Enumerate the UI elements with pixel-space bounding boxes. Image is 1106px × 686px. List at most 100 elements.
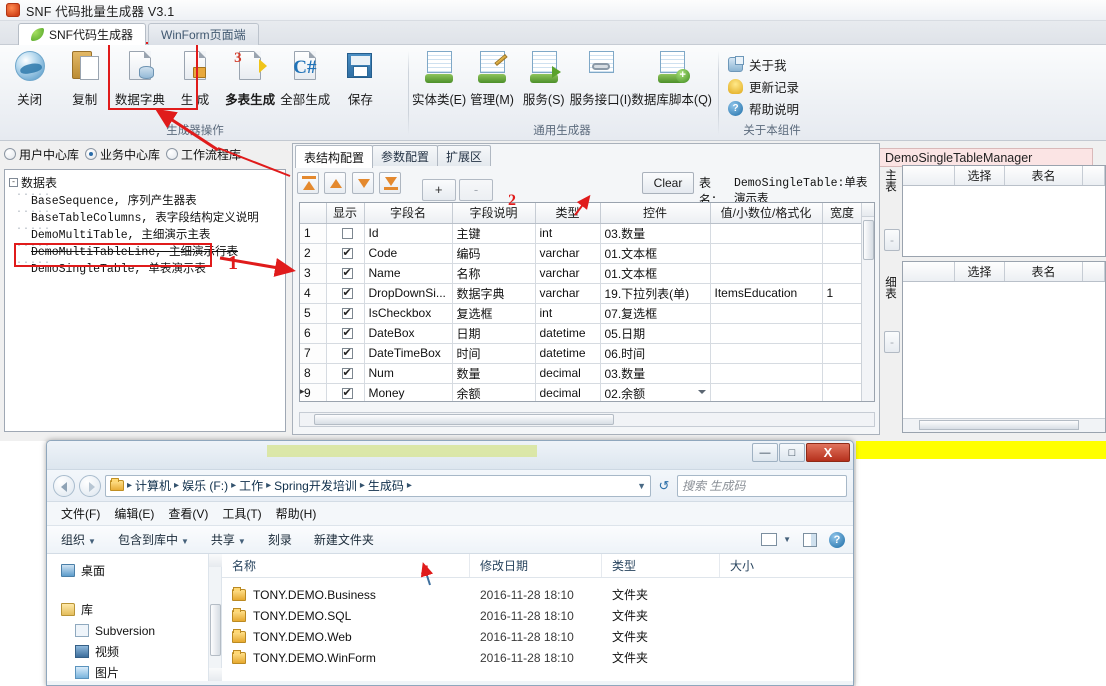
cell-field-desc[interactable]: 名称 (452, 263, 536, 284)
cell-rownum[interactable]: 3 (300, 263, 327, 284)
nav-item-pictures[interactable]: 图片 (61, 662, 221, 683)
command-share[interactable]: 共享 ▼ (211, 531, 246, 548)
command-new-folder[interactable]: 新建文件夹 (314, 531, 374, 548)
cell-control[interactable]: 03.数量 (600, 223, 711, 244)
cell-value[interactable] (710, 343, 823, 364)
breadcrumb-item[interactable]: 生成码 (368, 477, 404, 494)
cell-type[interactable]: varchar (535, 243, 601, 264)
menu-tools[interactable]: 工具(T) (222, 505, 261, 522)
breadcrumb-bar[interactable]: ▸ 计算机 ▸ 娱乐 (F:) ▸ 工作 ▸ Spring开发培训 ▸ 生成码 … (105, 474, 651, 497)
tree-item[interactable]: DemoMultiTableLine, 主细演示行表 (9, 241, 285, 259)
grid-col-control[interactable]: 控件 (600, 203, 711, 224)
maximize-button[interactable]: □ (779, 443, 805, 462)
menu-help[interactable]: 帮助(H) (276, 505, 317, 522)
file-name-cell[interactable]: TONY.DEMO.SQL (222, 607, 470, 623)
file-name-cell[interactable]: TONY.DEMO.Business (222, 586, 470, 602)
remove-row-button[interactable]: - (459, 178, 494, 201)
grid-row[interactable]: 4 DropDownSi...数据字典varchar19.下拉列表(单)Items… (300, 283, 863, 304)
cell-rownum[interactable]: 1 (300, 223, 327, 244)
cell-value[interactable] (710, 243, 823, 264)
subtab-parameters[interactable]: 参数配置 (372, 145, 439, 166)
ribbon-button-service-interface[interactable]: 服务接口(I) (570, 47, 631, 108)
move-down-button[interactable] (351, 172, 374, 194)
radio-business-center-db[interactable]: 业务中心库 (85, 146, 160, 163)
nav-pane-scrollbar[interactable] (208, 554, 222, 681)
database-table-tree[interactable]: - 数据表 BaseSequence, 序列产生器表 BaseTableColu… (4, 169, 286, 432)
grid-row[interactable]: 1 Id 主键 int 03.数量 (300, 223, 863, 244)
grid-col-show[interactable]: 显示 (326, 203, 365, 224)
search-input[interactable]: 搜索 生成码 (677, 474, 847, 497)
grid-row[interactable]: 6 DateBox日期datetime05.日期 (300, 323, 863, 344)
view-list-icon[interactable] (761, 533, 778, 546)
radio-user-center-db[interactable]: 用户中心库 (4, 146, 79, 163)
cell-show[interactable] (326, 223, 365, 244)
scroll-thumb[interactable] (863, 220, 874, 260)
col-name[interactable]: 名称 (222, 554, 470, 577)
grid-row[interactable]: 2 Code编码varchar01.文本框 (300, 243, 863, 264)
cell-field-name[interactable]: Name (364, 263, 453, 284)
cell-field-desc[interactable]: 数量 (452, 363, 536, 384)
cell-rownum[interactable]: 4 (300, 283, 327, 304)
preview-pane-icon[interactable] (803, 532, 817, 547)
cell-control[interactable]: 06.时间 (600, 343, 711, 364)
cell-width[interactable] (822, 323, 863, 344)
nav-item-library[interactable]: 库 (61, 599, 221, 620)
cell-value[interactable] (710, 223, 823, 244)
forward-button[interactable] (79, 474, 101, 497)
tree-item[interactable]: DemoMultiTable, 主细演示主表 (9, 224, 285, 242)
scroll-up-arrow[interactable] (209, 554, 222, 567)
show-checkbox[interactable] (341, 246, 353, 260)
scroll-thumb[interactable] (919, 420, 1079, 430)
menu-file[interactable]: 文件(F) (61, 505, 100, 522)
cell-width[interactable] (822, 383, 863, 401)
cell-rownum[interactable]: 6 (300, 323, 327, 344)
cell-field-desc[interactable]: 复选框 (452, 303, 536, 324)
cell-width[interactable] (822, 303, 863, 324)
cell-field-name[interactable]: IsCheckbox (364, 303, 453, 324)
show-checkbox[interactable] (341, 326, 353, 340)
cell-type[interactable]: decimal (535, 363, 601, 384)
cell-field-desc[interactable]: 余额 (452, 383, 536, 401)
col-extra[interactable] (1083, 166, 1105, 185)
grid-vertical-scrollbar[interactable] (861, 203, 874, 401)
col-select[interactable]: 选择 (955, 262, 1005, 281)
chevron-down-icon[interactable]: ▼ (783, 535, 791, 544)
move-up-button[interactable] (324, 172, 347, 194)
cell-field-desc[interactable]: 数据字典 (452, 283, 536, 304)
help-icon[interactable]: ? (829, 531, 845, 548)
minimize-button[interactable]: — (752, 443, 778, 462)
cell-rownum[interactable]: 5 (300, 303, 327, 324)
cell-control[interactable]: 01.文本框 (600, 263, 711, 284)
col-blank[interactable] (903, 262, 955, 281)
cell-type[interactable]: decimal (535, 383, 601, 401)
grid-row[interactable]: 3 Name名称varchar01.文本框 (300, 263, 863, 284)
command-burn[interactable]: 刻录 (268, 531, 292, 548)
detail-table-remove-button[interactable]: - (884, 331, 900, 353)
ribbon-button-save[interactable]: 保存 (333, 47, 388, 108)
ribbon-button-multi-table-generate[interactable]: 3 多表生成 (223, 47, 278, 108)
show-checkbox[interactable] (341, 306, 353, 320)
file-row[interactable]: TONY.DEMO.Business 2016-11-28 18:10 文件夹 (222, 584, 853, 605)
cell-field-name[interactable]: DateTimeBox (364, 343, 453, 364)
subtab-extension[interactable]: 扩展区 (437, 145, 492, 166)
field-config-grid[interactable]: 显示 字段名 字段说明 类型 控件 值/小数位/格式化 宽度 1 Id 主键 int 0… (299, 202, 875, 402)
breadcrumb-item[interactable]: 计算机 (135, 477, 171, 494)
cell-show[interactable] (326, 243, 365, 264)
file-name-cell[interactable]: TONY.DEMO.Web (222, 628, 470, 644)
grid-col-type[interactable]: 类型 (535, 203, 601, 224)
cell-control[interactable]: 01.文本框 (600, 243, 711, 264)
grid-col-field-desc[interactable]: 字段说明 (452, 203, 536, 224)
col-modified[interactable]: 修改日期 (470, 554, 602, 577)
nav-item-desktop[interactable]: 桌面 (61, 560, 221, 581)
cell-show[interactable] (326, 323, 365, 344)
cell-type[interactable]: datetime (535, 343, 601, 364)
tree-item-demosingletable[interactable]: DemoSingleTable, 单表演示表 (9, 258, 285, 276)
cell-show[interactable] (326, 263, 365, 284)
command-organize[interactable]: 组织 ▼ (61, 531, 96, 548)
chevron-down-icon[interactable] (697, 389, 706, 394)
cell-field-name[interactable]: Money (364, 383, 453, 401)
ribbon-button-service[interactable]: 服务(S) (518, 47, 570, 108)
cell-rownum[interactable]: 2 (300, 243, 327, 264)
tab-snf-generator[interactable]: SNF代码生成器 (18, 23, 147, 45)
cell-show[interactable] (326, 383, 365, 401)
